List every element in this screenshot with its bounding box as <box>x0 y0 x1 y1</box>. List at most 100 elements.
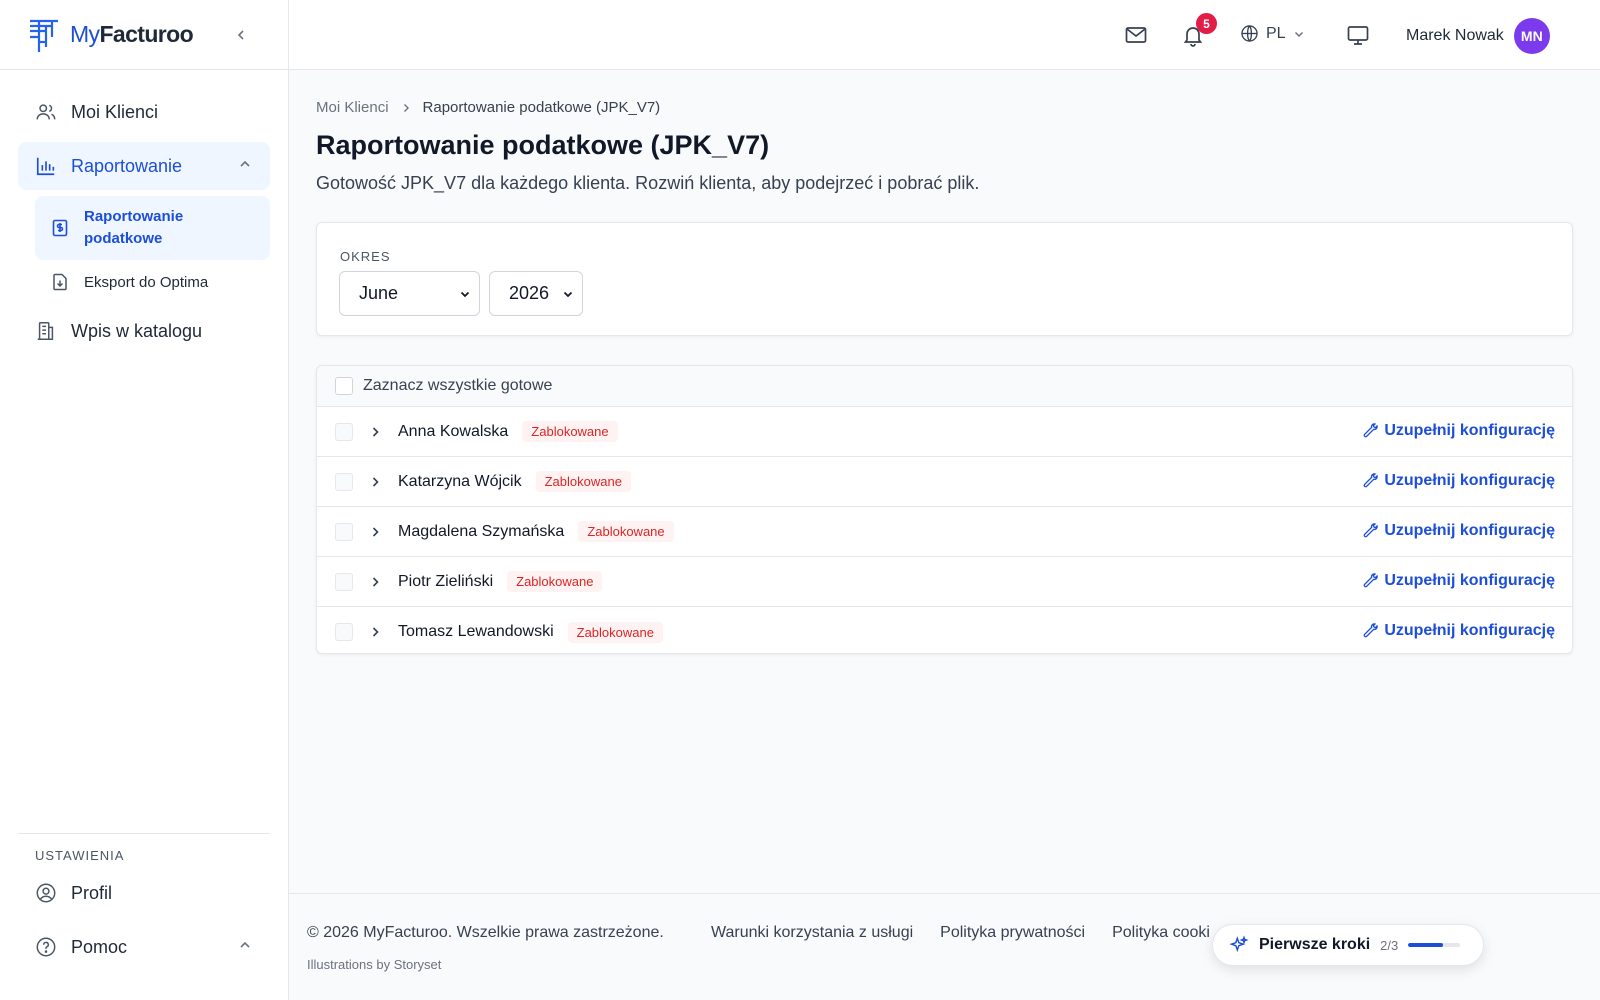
period-label: OKRES <box>340 249 391 264</box>
logo-text-my: My <box>70 21 100 47</box>
complete-config-label: Uzupełnij konfigurację <box>1384 472 1555 489</box>
status-badge: Zablokowane <box>522 421 618 442</box>
sidebar-item-label: Raportowanie <box>71 155 183 176</box>
status-badge: Zablokowane <box>535 471 631 492</box>
status-badge: Zablokowane <box>507 571 603 592</box>
breadcrumb: Moi Klienci Raportowanie podatkowe (JPK_… <box>316 99 660 116</box>
settings-section-title: USTAWIENIA <box>35 848 125 863</box>
chevron-right-icon <box>372 627 379 637</box>
row-checkbox[interactable] <box>335 572 353 591</box>
sidebar-item-raportowanie-podatkowe[interactable]: Raportowanie podatkowe <box>35 196 270 260</box>
logo-text-facturoo: Facturoo <box>99 21 194 47</box>
user-menu[interactable]: Marek Nowak MN <box>1406 18 1550 54</box>
sidebar-item-eksport-do-optima[interactable]: Eksport do Optima <box>35 263 270 301</box>
page-subtitle: Gotowość JPK_V7 dla każdego klienta. Roz… <box>316 173 980 193</box>
sidebar-item-label: Pomoc <box>71 936 128 957</box>
wrench-icon <box>1363 573 1379 588</box>
row-checkbox[interactable] <box>335 522 353 541</box>
table-row: Anna Kowalska Zablokowane Uzupełnij konf… <box>317 407 1572 457</box>
users-icon <box>36 104 56 120</box>
client-name: Piotr Zieliński <box>398 572 494 590</box>
complete-config-link[interactable]: Uzupełnij konfigurację <box>1362 422 1555 440</box>
chevron-right-icon <box>372 526 379 537</box>
complete-config-link[interactable]: Uzupełnij konfigurację <box>1362 472 1555 490</box>
list-header: Zaznacz wszystkie gotowe <box>317 366 1572 407</box>
sidebar-item-profil[interactable]: Profil <box>18 869 270 917</box>
footer-link-cookies[interactable]: Polityka cooki <box>1112 924 1210 942</box>
row-checkbox[interactable] <box>335 422 353 441</box>
table-row: Magdalena Szymańska Zablokowane Uzupełni… <box>317 507 1572 557</box>
chevron-up-icon <box>240 941 250 948</box>
select-all-checkbox[interactable] <box>335 377 353 395</box>
sidebar-item-label: Wpis w katalogu <box>71 320 203 341</box>
user-circle-icon <box>36 883 56 903</box>
sidebar-item-raportowanie[interactable]: Raportowanie <box>18 142 270 190</box>
sidebar-item-label: Profil <box>71 882 113 903</box>
client-name: Katarzyna Wójcik <box>398 472 522 490</box>
year-select-value: 2026 <box>509 283 550 303</box>
language-selector[interactable]: PL <box>1240 24 1305 43</box>
building-icon <box>37 322 54 340</box>
expand-row-button[interactable] <box>367 574 383 590</box>
bar-chart-icon <box>36 157 55 176</box>
clients-list-card: Zaznacz wszystkie gotowe Anna Kowalska Z… <box>316 365 1573 654</box>
footer-link-terms[interactable]: Warunki korzystania z usługi <box>711 924 913 942</box>
row-checkbox[interactable] <box>335 472 353 491</box>
logo[interactable]: MyFacturoo <box>26 16 194 54</box>
chevron-left-icon <box>237 30 244 40</box>
monitor-icon <box>1347 26 1369 45</box>
row-checkbox[interactable] <box>335 623 353 641</box>
expand-row-button[interactable] <box>367 474 383 490</box>
sidebar-item-label: Moi Klienci <box>71 101 159 122</box>
messages-button[interactable] <box>1124 23 1148 47</box>
sidebar-item-pomoc[interactable]: Pomoc <box>18 923 270 971</box>
year-select[interactable]: 2026 <box>489 271 583 316</box>
help-circle-icon <box>36 937 56 957</box>
wrench-icon <box>1363 423 1379 438</box>
display-mode-button[interactable] <box>1346 23 1370 47</box>
footer-link-privacy[interactable]: Polityka prywatności <box>940 924 1085 942</box>
onboarding-title: Pierwsze kroki <box>1259 936 1371 953</box>
tax-document-icon <box>52 219 68 237</box>
chevron-down-icon <box>1294 31 1303 37</box>
sidebar-item-wpis-w-katalogu[interactable]: Wpis w katalogu <box>18 307 270 355</box>
onboarding-widget[interactable]: Pierwsze kroki 2/3 <box>1212 924 1484 966</box>
chevron-right-icon <box>372 576 379 587</box>
chevron-right-icon <box>403 103 409 112</box>
table-row: Katarzyna Wójcik Zablokowane Uzupełnij k… <box>317 457 1572 507</box>
sidebar-item-label: Raportowanie podatkowe <box>84 208 184 247</box>
complete-config-label: Uzupełnij konfigurację <box>1384 422 1555 439</box>
logo-icon <box>30 19 58 52</box>
sidebar-item-label: Eksport do Optima <box>84 273 209 291</box>
mail-icon <box>1125 27 1147 43</box>
chevron-down-icon <box>563 291 573 297</box>
illustrations-credit: Illustrations by Storyset <box>307 957 442 972</box>
onboarding-progress-text: 2/3 <box>1380 937 1399 953</box>
client-name: Magdalena Szymańska <box>398 522 565 540</box>
client-name: Anna Kowalska <box>398 422 509 440</box>
select-all-label: Zaznacz wszystkie gotowe <box>363 377 553 394</box>
complete-config-link[interactable]: Uzupełnij konfigurację <box>1362 522 1555 540</box>
onboarding-progress-fill <box>1408 943 1444 947</box>
expand-row-button[interactable] <box>367 624 383 640</box>
month-select-value: June <box>359 283 399 303</box>
expand-row-button[interactable] <box>367 424 383 440</box>
globe-icon <box>1241 25 1258 42</box>
period-filter-card: OKRES June 2026 <box>316 222 1573 336</box>
file-download-icon <box>53 273 67 291</box>
copyright-text: © 2026 MyFacturoo. Wszelkie prawa zastrz… <box>307 924 664 941</box>
sidebar: MyFacturoo Moi Klienci Raportowanie Rapo… <box>0 0 289 1000</box>
complete-config-link[interactable]: Uzupełnij konfigurację <box>1362 622 1555 640</box>
expand-row-button[interactable] <box>367 524 383 540</box>
complete-config-link[interactable]: Uzupełnij konfigurację <box>1362 572 1555 590</box>
table-row: Tomasz Lewandowski Zablokowane Uzupełnij… <box>317 607 1572 653</box>
chevron-right-icon <box>372 476 379 487</box>
client-name: Tomasz Lewandowski <box>398 623 554 640</box>
breadcrumb-link-moi-klienci[interactable]: Moi Klienci <box>316 99 389 116</box>
month-select[interactable]: June <box>339 271 480 316</box>
collapse-sidebar-button[interactable] <box>230 24 252 46</box>
sidebar-item-moi-klienci[interactable]: Moi Klienci <box>18 88 270 136</box>
status-badge: Zablokowane <box>567 621 663 643</box>
complete-config-label: Uzupełnij konfigurację <box>1384 522 1555 539</box>
user-name: Marek Nowak <box>1406 27 1504 44</box>
